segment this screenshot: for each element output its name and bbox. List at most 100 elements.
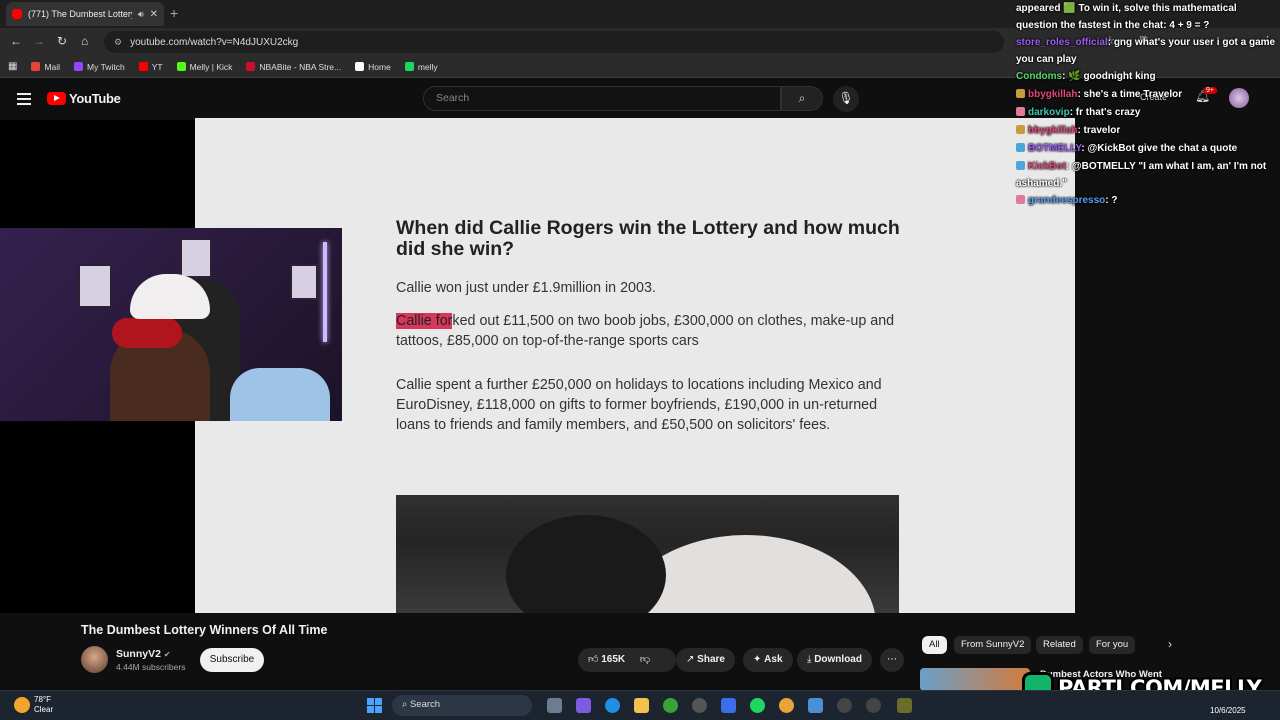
- twitch-icon: [74, 62, 84, 71]
- chat-badge-icon: [1016, 107, 1025, 116]
- chip-all[interactable]: All: [922, 636, 947, 654]
- article-photo: [396, 495, 899, 613]
- task-view-icon[interactable]: [547, 698, 562, 713]
- bookmark-home[interactable]: Home: [355, 62, 391, 72]
- address-bar[interactable]: ⚙ youtube.com/watch?v=N4dJUXU2ckg: [104, 31, 1004, 53]
- voice-search-mic-icon[interactable]: 🎙︎: [833, 86, 859, 112]
- like-dislike-group: 👍︎ 165K 👎︎: [578, 648, 676, 672]
- gmail-icon: [31, 62, 41, 71]
- browser-tab[interactable]: (771) The Dumbest Lottery 🔊︎ ✕: [6, 2, 164, 26]
- edge-icon[interactable]: [605, 698, 620, 713]
- video-title: The Dumbest Lottery Winners Of All Time: [81, 623, 328, 637]
- streamer-bandana: [112, 318, 182, 348]
- new-tab-button[interactable]: +: [170, 5, 178, 21]
- chips-next-chevron-icon[interactable]: ›: [1168, 637, 1172, 651]
- bookmark-melly[interactable]: melly: [404, 62, 438, 72]
- bookmark-twitch[interactable]: My Twitch: [74, 62, 125, 72]
- chat-badge-icon: [1016, 161, 1025, 170]
- verified-icon: ✔: [163, 650, 171, 659]
- bookmark-kick[interactable]: Melly | Kick: [176, 62, 232, 72]
- nbabite-icon: [246, 62, 256, 71]
- search-icon: ⌕: [798, 91, 806, 105]
- dislike-button[interactable]: 👎︎: [640, 654, 650, 665]
- photos-icon[interactable]: [808, 698, 823, 713]
- sparkle-icon: ✦: [753, 654, 762, 665]
- system-clock[interactable]: 10/6/2025: [1210, 696, 1246, 716]
- like-button[interactable]: 👍︎ 165K: [588, 654, 625, 665]
- obs-icon[interactable]: [897, 698, 912, 713]
- chat-message: store_roles_official: gng what's your us…: [1016, 37, 1276, 65]
- hamburger-menu-icon[interactable]: [17, 93, 31, 108]
- thumbs-up-icon: 👍︎: [588, 654, 599, 665]
- chat-message: KickBot: @BOTMELLY "I am what I am, an' …: [1016, 161, 1267, 189]
- bookmark-mail[interactable]: Mail: [31, 62, 60, 72]
- chat-badge-icon: [1016, 143, 1025, 152]
- back-arrow-icon[interactable]: ←: [10, 34, 22, 48]
- highlighted-text: Callie for: [396, 313, 453, 329]
- copilot-icon[interactable]: [576, 698, 591, 713]
- file-explorer-icon[interactable]: [634, 698, 649, 713]
- channel-name[interactable]: SunnyV2 ✔: [116, 648, 171, 660]
- search-icon: ⌕: [402, 699, 408, 710]
- photo-hair: [506, 515, 666, 613]
- article-paragraph-3: Callie spent a further £250,000 on holid…: [396, 377, 882, 433]
- store-icon[interactable]: [721, 698, 736, 713]
- streamer-legs: [230, 368, 330, 421]
- led-strip: [323, 242, 327, 342]
- bookmark-yt[interactable]: YT: [138, 62, 163, 72]
- article-paragraph-2: Callie forked out £11,500 on two boob jo…: [396, 311, 901, 351]
- ask-button[interactable]: ✦ Ask: [743, 648, 793, 672]
- youtube-play-icon: [47, 92, 66, 105]
- chat-message: darkovip: fr that's crazy: [1010, 104, 1280, 122]
- article-frame: When did Callie Rogers win the Lottery a…: [396, 218, 901, 435]
- chat-message: bbygkillah: she's a time Travelor: [1010, 86, 1280, 104]
- speaker-icon[interactable]: 🔊︎: [138, 9, 144, 20]
- search-button[interactable]: ⌕: [781, 86, 823, 111]
- article-paragraph-1: Callie won just under £1.9million in 200…: [396, 280, 656, 296]
- melly-icon: [404, 62, 414, 71]
- wall-poster: [78, 264, 112, 308]
- chip-from-channel[interactable]: From SunnyV2: [954, 636, 1032, 654]
- chat-badge-icon: [1016, 195, 1025, 204]
- chrome-icon[interactable]: [779, 698, 794, 713]
- channel-avatar[interactable]: [81, 646, 108, 673]
- taskbar-search[interactable]: ⌕ Search: [392, 695, 532, 716]
- x-icon: [355, 62, 365, 71]
- app-icon[interactable]: [866, 698, 881, 713]
- chip-for-you[interactable]: For you: [1089, 636, 1136, 654]
- subscribe-button[interactable]: Subscribe: [200, 648, 264, 672]
- reload-icon[interactable]: ↻: [57, 34, 67, 48]
- recommended-thumbnail[interactable]: [920, 668, 1030, 691]
- url-text: youtube.com/watch?v=N4dJUXU2ckg: [130, 36, 299, 48]
- xbox-icon[interactable]: [663, 698, 678, 713]
- bookmark-nbabite[interactable]: NBABite - NBA Stre...: [246, 62, 341, 72]
- weather-widget[interactable]: 78°F Clear: [34, 695, 53, 715]
- wall-poster: [290, 264, 318, 300]
- site-info-icon[interactable]: ⚙: [114, 37, 122, 48]
- youtube-favicon-icon: [12, 9, 22, 19]
- apps-grid-icon[interactable]: ▦: [8, 61, 17, 72]
- forward-arrow-icon[interactable]: →: [33, 34, 45, 48]
- more-horizontal-icon: ⋯: [887, 654, 897, 665]
- share-button[interactable]: ↗ Share: [676, 648, 735, 672]
- streamer-webcam: [0, 228, 342, 421]
- kick-icon: [176, 62, 186, 71]
- media-player-icon[interactable]: [837, 698, 852, 713]
- chat-message: appeared 🟩 To win it, solve this mathema…: [1016, 3, 1237, 31]
- windows-taskbar: 78°F Clear ⌕ Search 10/6/2025: [0, 690, 1280, 720]
- download-button[interactable]: ⤓ Download: [797, 648, 872, 672]
- chat-badge-icon: [1016, 125, 1025, 134]
- close-tab-icon[interactable]: ✕: [150, 9, 158, 20]
- more-actions-button[interactable]: ⋯: [880, 648, 904, 672]
- spotify-icon[interactable]: [750, 698, 765, 713]
- chip-related[interactable]: Related: [1036, 636, 1083, 654]
- download-icon: ⤓: [807, 654, 812, 665]
- steam-icon[interactable]: [692, 698, 707, 713]
- weather-sun-icon[interactable]: [14, 697, 30, 713]
- search-input[interactable]: Search: [423, 86, 781, 111]
- youtube-logo[interactable]: YouTube: [47, 91, 121, 106]
- home-icon[interactable]: ⌂: [81, 34, 88, 48]
- chat-message: bbygkillah: travelor: [1010, 122, 1280, 140]
- windows-start-icon[interactable]: [367, 698, 382, 713]
- chat-message: grandeespresso: ?: [1010, 192, 1280, 210]
